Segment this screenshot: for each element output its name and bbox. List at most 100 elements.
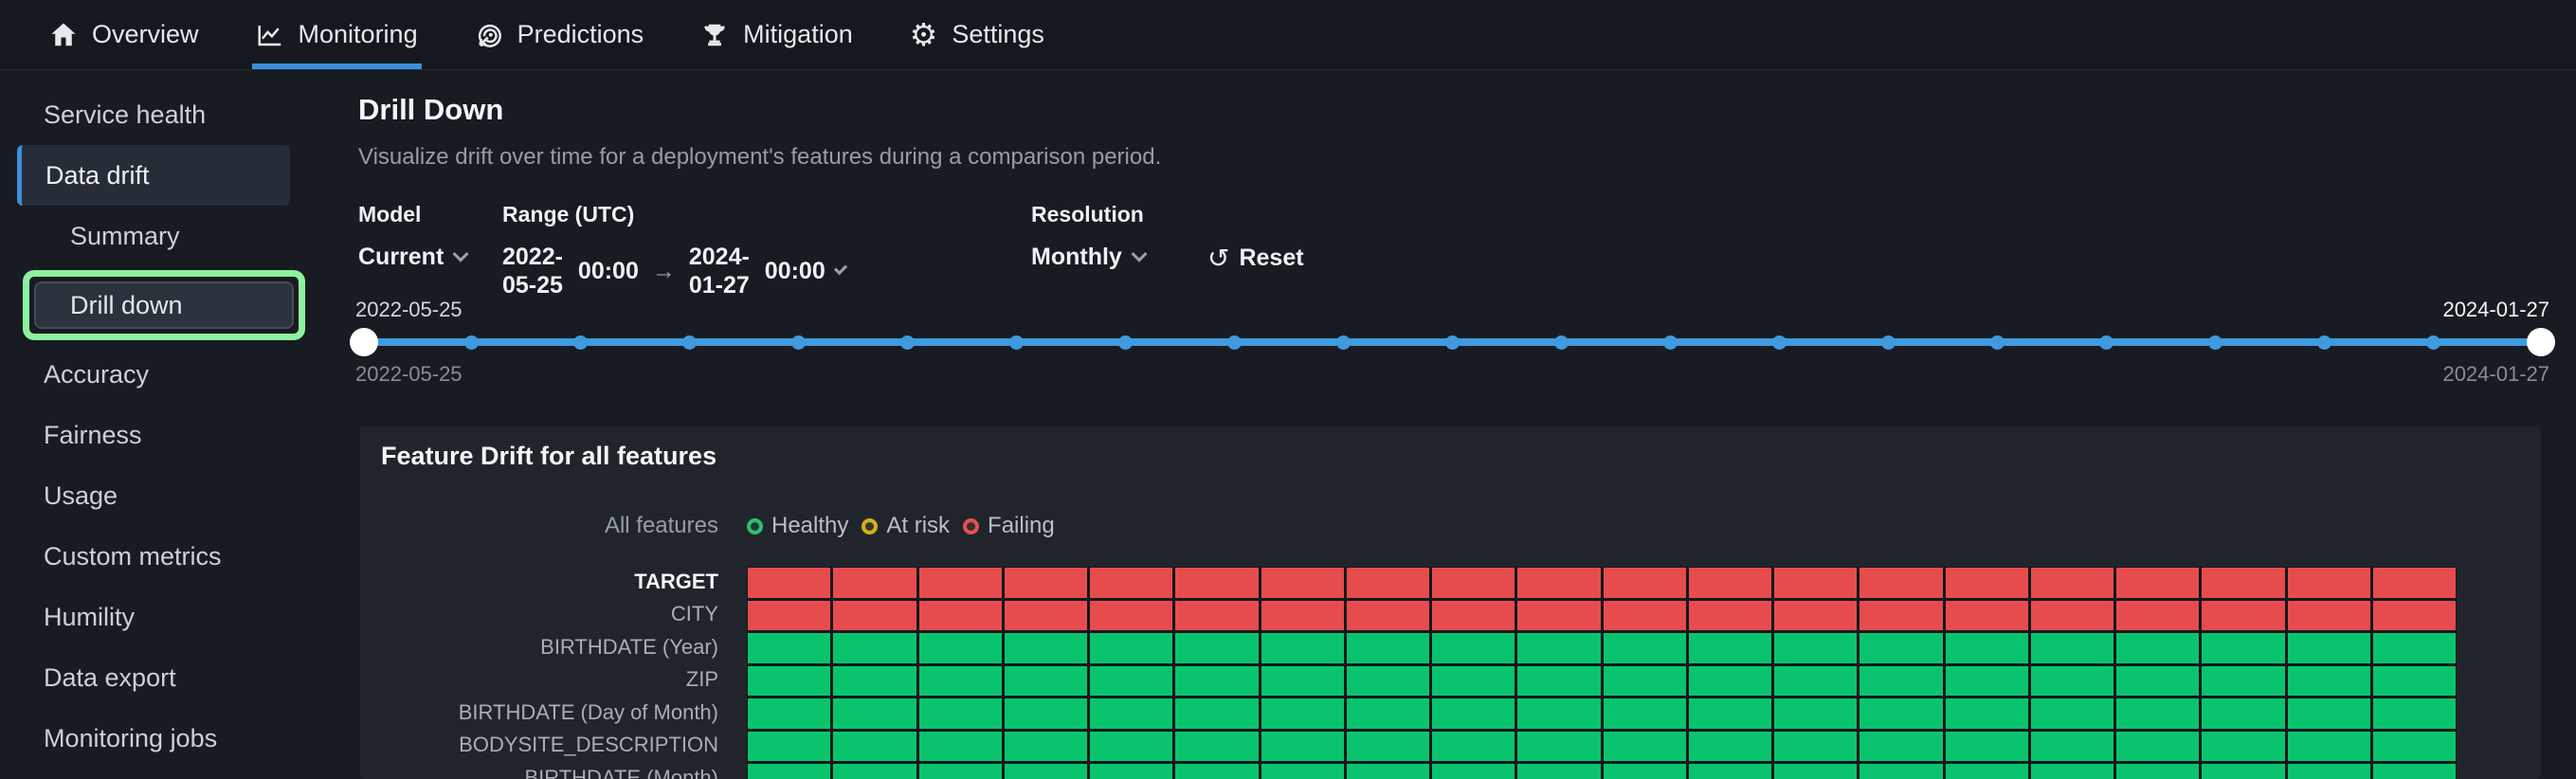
heatmap-cell[interactable]	[1261, 698, 1344, 729]
heatmap-cell[interactable]	[2031, 698, 2113, 729]
heatmap-cell[interactable]	[2288, 764, 2370, 779]
heatmap-cell[interactable]	[1604, 666, 1686, 697]
heatmap-cell[interactable]	[1175, 666, 1258, 697]
heatmap-cell[interactable]	[1090, 698, 1172, 729]
sidebar-item-humility[interactable]: Humility	[0, 587, 347, 647]
heatmap-cell[interactable]	[1689, 698, 1771, 729]
heatmap-cell[interactable]	[833, 568, 916, 598]
heatmap-cell[interactable]	[2202, 732, 2284, 762]
heatmap-cell[interactable]	[1517, 732, 1600, 762]
heatmap-cell[interactable]	[1005, 633, 1087, 663]
heatmap-cell[interactable]	[748, 568, 830, 598]
heatmap-cell[interactable]	[1432, 698, 1515, 729]
heatmap-cell[interactable]	[2031, 601, 2113, 631]
heatmap-cell[interactable]	[1347, 666, 1429, 697]
heatmap-cell[interactable]	[1175, 601, 1258, 631]
heatmap-cell[interactable]	[2373, 633, 2456, 663]
heatmap-cell[interactable]	[919, 633, 1002, 663]
heatmap-cell[interactable]	[1432, 732, 1515, 762]
heatmap-cell[interactable]	[1517, 568, 1600, 598]
timeline-handle-end[interactable]	[2527, 328, 2555, 356]
heatmap-cell[interactable]	[1432, 666, 1515, 697]
sidebar-item-service-health[interactable]: Service health	[0, 84, 347, 145]
heatmap-cell[interactable]	[1774, 666, 1857, 697]
heatmap-cell[interactable]	[1604, 732, 1686, 762]
heatmap-cell[interactable]	[1090, 764, 1172, 779]
heatmap-cell[interactable]	[2202, 666, 2284, 697]
heatmap-cell[interactable]	[1774, 764, 1857, 779]
heatmap-cell[interactable]	[748, 732, 830, 762]
sidebar-item-data-drift[interactable]: Data drift	[17, 145, 290, 206]
heatmap-cell[interactable]	[1261, 764, 1344, 779]
heatmap-cell[interactable]	[2373, 732, 2456, 762]
heatmap-cell[interactable]	[2116, 633, 2199, 663]
heatmap-cell[interactable]	[833, 732, 916, 762]
heatmap-cell[interactable]	[1774, 633, 1857, 663]
heatmap-cell[interactable]	[1347, 732, 1429, 762]
heatmap-cell[interactable]	[1859, 732, 1942, 762]
nav-item-settings[interactable]: ⚙ Settings	[906, 0, 1048, 69]
heatmap-cell[interactable]	[1261, 666, 1344, 697]
timeline-handle-start[interactable]	[350, 328, 378, 356]
heatmap-cell[interactable]	[833, 601, 916, 631]
heatmap-cell[interactable]	[2116, 764, 2199, 779]
range-dropdown[interactable]: 2022-05-25 00:00 → 2024-01-27 00:00	[502, 243, 844, 299]
heatmap-cell[interactable]	[1005, 732, 1087, 762]
heatmap-cell[interactable]	[1090, 633, 1172, 663]
heatmap-cell[interactable]	[1090, 601, 1172, 631]
heatmap-cell[interactable]	[1005, 764, 1087, 779]
heatmap-cell[interactable]	[1175, 764, 1258, 779]
heatmap-cell[interactable]	[1774, 732, 1857, 762]
heatmap-cell[interactable]	[2116, 601, 2199, 631]
heatmap-cell[interactable]	[1175, 732, 1258, 762]
heatmap-cell[interactable]	[2373, 764, 2456, 779]
heatmap-cell[interactable]	[1946, 732, 2028, 762]
heatmap-cell[interactable]	[748, 698, 830, 729]
heatmap-cell[interactable]	[1261, 732, 1344, 762]
heatmap-cell[interactable]	[1347, 698, 1429, 729]
heatmap-cell[interactable]	[748, 601, 830, 631]
heatmap-cell[interactable]	[919, 698, 1002, 729]
heatmap-cell[interactable]	[1946, 601, 2028, 631]
heatmap-cell[interactable]	[1347, 568, 1429, 598]
heatmap-cell[interactable]	[1005, 666, 1087, 697]
heatmap-cell[interactable]	[1604, 633, 1686, 663]
heatmap-cell[interactable]	[1261, 601, 1344, 631]
reset-button[interactable]: ↺ Reset	[1207, 243, 1304, 274]
heatmap-cell[interactable]	[1946, 764, 2028, 779]
heatmap-cell[interactable]	[1005, 698, 1087, 729]
timeline-track[interactable]	[355, 328, 2549, 356]
heatmap-cell[interactable]	[1604, 601, 1686, 631]
nav-item-monitoring[interactable]: Monitoring	[252, 0, 422, 69]
sidebar-item-data-export[interactable]: Data export	[0, 647, 347, 708]
heatmap-cell[interactable]	[2288, 568, 2370, 598]
heatmap-cell[interactable]	[1517, 601, 1600, 631]
heatmap-cell[interactable]	[2031, 633, 2113, 663]
heatmap-cell[interactable]	[919, 732, 1002, 762]
heatmap-cell[interactable]	[1517, 764, 1600, 779]
heatmap-cell[interactable]	[2202, 633, 2284, 663]
heatmap-cell[interactable]	[1859, 666, 1942, 697]
heatmap-cell[interactable]	[1517, 666, 1600, 697]
heatmap-cell[interactable]	[1261, 633, 1344, 663]
sidebar-item-summary[interactable]: Summary	[0, 206, 347, 266]
sidebar-item-accuracy[interactable]: Accuracy	[0, 344, 347, 405]
nav-item-mitigation[interactable]: Mitigation	[697, 0, 857, 69]
heatmap-cell[interactable]	[1517, 633, 1600, 663]
heatmap-cell[interactable]	[2288, 698, 2370, 729]
heatmap-cell[interactable]	[1774, 601, 1857, 631]
heatmap-cell[interactable]	[1946, 568, 2028, 598]
nav-item-overview[interactable]: Overview	[45, 0, 203, 69]
heatmap-cell[interactable]	[748, 764, 830, 779]
heatmap-cell[interactable]	[833, 764, 916, 779]
heatmap-cell[interactable]	[1432, 764, 1515, 779]
heatmap-cell[interactable]	[2373, 666, 2456, 697]
heatmap-cell[interactable]	[1604, 764, 1686, 779]
heatmap-cell[interactable]	[2116, 568, 2199, 598]
heatmap-cell[interactable]	[1689, 633, 1771, 663]
heatmap-cell[interactable]	[919, 764, 1002, 779]
heatmap-cell[interactable]	[1689, 764, 1771, 779]
heatmap-cell[interactable]	[2373, 568, 2456, 598]
heatmap-cell[interactable]	[833, 633, 916, 663]
sidebar-item-fairness[interactable]: Fairness	[0, 405, 347, 465]
